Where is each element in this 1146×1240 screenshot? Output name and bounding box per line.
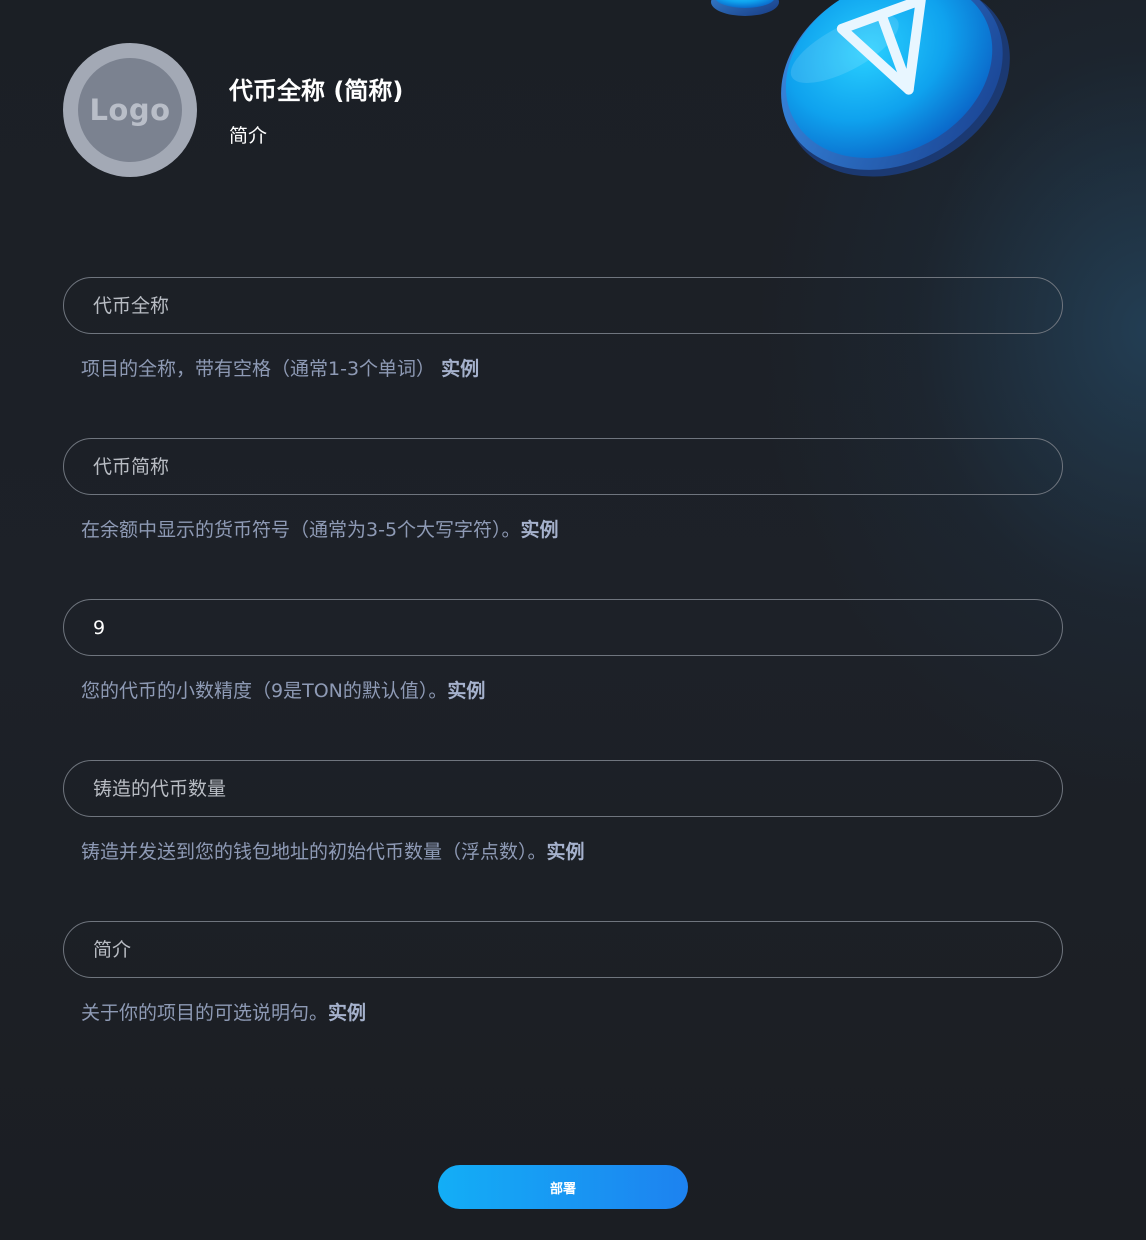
mint-amount-hint: 铸造并发送到您的钱包地址的初始代币数量（浮点数）。实例 [81, 838, 1063, 866]
token-name-hint: 项目的全称，带有空格（通常1-3个单词） 实例 [81, 355, 1063, 383]
token-symbol-hint: 在余额中显示的货币符号（通常为3-5个大写字符）。实例 [81, 516, 1063, 544]
token-name-input[interactable] [63, 277, 1063, 334]
description-hint-text: 关于你的项目的可选说明句。 [81, 1002, 329, 1024]
token-logo[interactable]: Logo [63, 43, 197, 177]
token-title: 代币全称 (简称) [229, 77, 404, 105]
logo-placeholder: Logo [78, 58, 182, 162]
token-symbol-input[interactable] [63, 438, 1063, 495]
decimals-input[interactable] [63, 599, 1063, 656]
mint-amount-input[interactable] [63, 760, 1063, 817]
token-header: Logo 代币全称 (简称) 简介 [63, 43, 763, 177]
decimals-field: 您的代币的小数精度（9是TON的默认值）。实例 [63, 599, 1063, 705]
description-input[interactable] [63, 921, 1063, 978]
token-description: 简介 [229, 125, 268, 147]
decimals-hint: 您的代币的小数精度（9是TON的默认值）。实例 [81, 677, 1063, 705]
token-symbol-example-link[interactable]: 实例 [521, 519, 559, 541]
mint-amount-example-link[interactable]: 实例 [547, 841, 585, 863]
ton-coin-graphic [711, 0, 1010, 177]
token-symbol-field: 在余额中显示的货币符号（通常为3-5个大写字符）。实例 [63, 438, 1063, 544]
mint-amount-hint-text: 铸造并发送到您的钱包地址的初始代币数量（浮点数）。 [81, 841, 547, 863]
token-name-field: 项目的全称，带有空格（通常1-3个单词） 实例 [63, 277, 1063, 383]
logo-text: Logo [89, 93, 171, 127]
mint-amount-field: 铸造并发送到您的钱包地址的初始代币数量（浮点数）。实例 [63, 760, 1063, 866]
token-name-hint-text: 项目的全称，带有空格（通常1-3个单词） [81, 358, 436, 380]
token-symbol-hint-text: 在余额中显示的货币符号（通常为3-5个大写字符）。 [81, 519, 521, 541]
description-example-link[interactable]: 实例 [328, 1002, 366, 1024]
description-field: 关于你的项目的可选说明句。实例 [63, 921, 1063, 1027]
decimals-example-link[interactable]: 实例 [447, 680, 485, 702]
deploy-button[interactable]: 部署 [438, 1165, 688, 1209]
decimals-hint-text: 您的代币的小数精度（9是TON的默认值）。 [81, 680, 448, 702]
ton-coin-icon [700, 0, 1060, 200]
description-hint: 关于你的项目的可选说明句。实例 [81, 999, 1063, 1027]
token-name-example-link[interactable]: 实例 [441, 358, 479, 380]
